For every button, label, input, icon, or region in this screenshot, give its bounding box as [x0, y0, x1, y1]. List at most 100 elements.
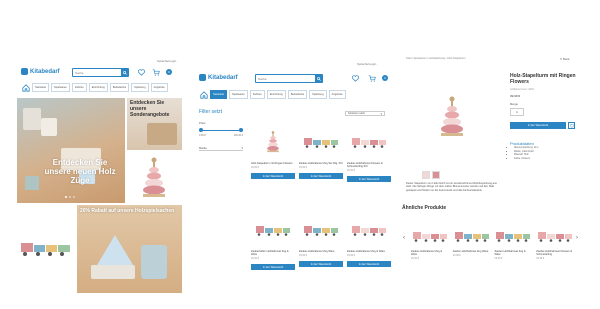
wishlist-heart-icon[interactable] [137, 68, 145, 76]
screenshot-frame: Sprache/Login Kitabedarf 0 Startseite Sp… [17, 43, 583, 295]
nav-einrichtung[interactable]: Einrichtung [266, 90, 286, 99]
add-to-cart-button[interactable]: In den Warenkorb [347, 261, 391, 267]
wooden-train-image[interactable] [495, 223, 533, 249]
quantity-input[interactable]: 1 [510, 108, 524, 116]
wooden-train-image[interactable] [453, 223, 491, 249]
cart-icon[interactable] [367, 74, 377, 82]
add-to-cart-button[interactable]: In den Warenkorb [347, 176, 391, 182]
nav-angebote[interactable]: Angebote [328, 90, 346, 99]
stacking-tower-image[interactable] [251, 123, 295, 161]
sonderangebote-banner[interactable]: Entdecken Sie unsere Sonderangebote [127, 98, 182, 150]
nav-bettwaesche[interactable]: Bettwäsche [109, 83, 130, 92]
wooden-train-image[interactable] [299, 123, 343, 161]
nav-angebote[interactable]: Angebote [150, 83, 168, 92]
nav-fahrten[interactable]: Fahrten [71, 83, 87, 92]
search-icon[interactable] [315, 75, 322, 82]
hero-headline: Entdecken Sie unsere neuen Holz Züge [44, 158, 116, 185]
carousel-next-icon[interactable]: › [576, 235, 578, 241]
carousel-dot[interactable] [65, 196, 67, 198]
wooden-train-image[interactable] [536, 223, 574, 249]
nav-startseite[interactable]: Startseite [210, 90, 227, 99]
product-image-main[interactable] [412, 73, 492, 168]
wooden-train-image[interactable] [347, 211, 391, 249]
search-input[interactable] [256, 75, 315, 82]
product-price: 29,99 € [347, 169, 355, 172]
wishlist-heart-icon[interactable] [351, 74, 359, 82]
product-card[interactable]: Zauber-Holzbahnset Zug Ware 29,99 € In den… [299, 211, 343, 293]
sort-select[interactable]: Sortieren nach ▾ [345, 111, 385, 116]
product-title[interactable]: Zauber-Holzbahnset Zug & Ware [411, 250, 449, 256]
product-title[interactable]: Zauber-Holzbahnset Zug Ware [299, 250, 343, 253]
wishlist-button[interactable] [568, 122, 575, 129]
search-icon[interactable] [121, 69, 128, 76]
home-icon[interactable] [21, 83, 30, 92]
search-input[interactable] [73, 69, 121, 76]
sonderangebote-text: Entdecken Sie unsere Sonderangebote [130, 100, 170, 118]
search-bar[interactable] [255, 74, 323, 83]
product-title[interactable]: Zauber-Holzbahnset Flowers & Schmetterli… [536, 250, 574, 256]
nav-spielzeug[interactable]: Spielzeug [309, 90, 327, 99]
slider-handle-max[interactable] [239, 128, 243, 132]
product-title[interactable]: Zauber-Holzbahnset Zug Ware [453, 250, 491, 253]
wooden-train-image [21, 243, 70, 256]
product-title[interactable]: Zauberhafter Holzbahnset Zug & Ware [251, 250, 295, 256]
nav-fahrten[interactable]: Fahrten [249, 90, 265, 99]
back-link[interactable]: X Back [560, 57, 570, 61]
nav-spielwaren[interactable]: Spielwaren [228, 90, 248, 99]
add-to-cart-button[interactable]: In den Warenkorb [299, 261, 343, 267]
related-product-card[interactable]: Zauber-Holzbahnset Zug & Ware 29,99 € [495, 223, 533, 260]
nav-startseite[interactable]: Startseite [32, 83, 49, 92]
train-teaser[interactable] [17, 205, 75, 293]
product-title[interactable]: Holz-Stapelturm mit Ringen Flowers [251, 162, 295, 165]
home-icon[interactable] [199, 90, 208, 99]
language-login-link[interactable]: Sprache/Login [157, 59, 176, 63]
thumbnail-image[interactable] [432, 171, 440, 179]
stacking-tower-teaser[interactable] [127, 152, 182, 203]
brand-filter-select[interactable]: Marke ▾ [199, 145, 243, 151]
carousel-dots[interactable] [65, 196, 75, 198]
wooden-train-image[interactable] [411, 223, 449, 249]
carousel-prev-icon[interactable]: ‹ [403, 235, 405, 241]
carousel-dot[interactable] [69, 196, 71, 198]
product-description: Dieser Stapelturm von Little Dutch ist e… [406, 182, 497, 192]
add-to-cart-button[interactable]: In den Warenkorb [251, 264, 295, 270]
product-title[interactable]: Zauber-Holzbahnset Flowers & Schmetterli… [347, 162, 391, 168]
related-product-card[interactable]: Zauber-Holzbahnset Flowers & Schmetterli… [536, 223, 574, 260]
product-title[interactable]: Zauber-Holzbahnset Zug Set 3tlg. IKC [299, 162, 343, 165]
product-card[interactable]: Holz-Stapelturm mit Ringen Flowers 39,99 … [251, 123, 295, 205]
site-logo[interactable]: Kitabedarf [21, 68, 60, 75]
product-card[interactable]: Zauber-Holzbahnset Zug Set 3tlg. IKC 29,9… [299, 123, 343, 205]
slider-handle-min[interactable] [199, 128, 203, 132]
wooden-train-image[interactable] [299, 211, 343, 249]
price-min-value: 0,00 € [199, 134, 206, 137]
hero-banner[interactable]: Entdecken Sie unsere neuen Holz Züge [17, 98, 125, 203]
price-slider[interactable] [199, 128, 243, 132]
nav-spielzeug[interactable]: Spielzeug [131, 83, 149, 92]
product-card[interactable]: Zauber-Holzbahnset Flowers & Schmetterli… [347, 123, 391, 205]
wooden-boat-image [97, 235, 133, 265]
cart-icon[interactable] [151, 68, 161, 76]
wooden-train-image[interactable] [251, 211, 295, 249]
add-to-cart-button[interactable]: In den Warenkorb [251, 173, 295, 179]
add-to-cart-button[interactable]: In den Warenkorb [510, 122, 566, 129]
wooden-train-image[interactable] [347, 123, 391, 161]
related-product-card[interactable]: Zauber-Holzbahnset Zug Ware 29,99 € [453, 223, 491, 260]
toy-image [147, 123, 177, 145]
product-card[interactable]: Zauber-Holzbahnset Zug & Ware 29,99 € In d… [347, 211, 391, 293]
main-nav: Startseite Spielwaren Fahrten Einrichtun… [199, 90, 346, 99]
related-product-card[interactable]: Zauber-Holzbahnset Zug & Ware 29,99 € [411, 223, 449, 260]
language-login-link[interactable]: Sprache/Login [357, 62, 376, 66]
site-logo[interactable]: Kitabedarf [199, 74, 238, 81]
nav-spielwaren[interactable]: Spielwaren [50, 83, 70, 92]
search-bar[interactable] [72, 68, 129, 77]
product-title[interactable]: Zauber-Holzbahnset Zug & Ware [495, 250, 533, 256]
product-title[interactable]: Zauber-Holzbahnset Zug & Ware [347, 250, 391, 253]
add-to-cart-button[interactable]: In den Warenkorb [299, 173, 343, 179]
product-card[interactable]: Zauberhafter Holzbahnset Zug & Ware 29,99… [251, 211, 295, 293]
thumbnail-image[interactable] [422, 171, 430, 179]
nav-einrichtung[interactable]: Einrichtung [88, 83, 108, 92]
sale-banner[interactable]: 20% Rabatt auf unsere Holzspielsachen [77, 205, 182, 293]
breadcrumb[interactable]: Start / Spielwaren / Holzspielzeug / Hol… [406, 57, 466, 60]
carousel-dot[interactable] [73, 196, 75, 198]
nav-bettwaesche[interactable]: Bettwäsche [287, 90, 308, 99]
